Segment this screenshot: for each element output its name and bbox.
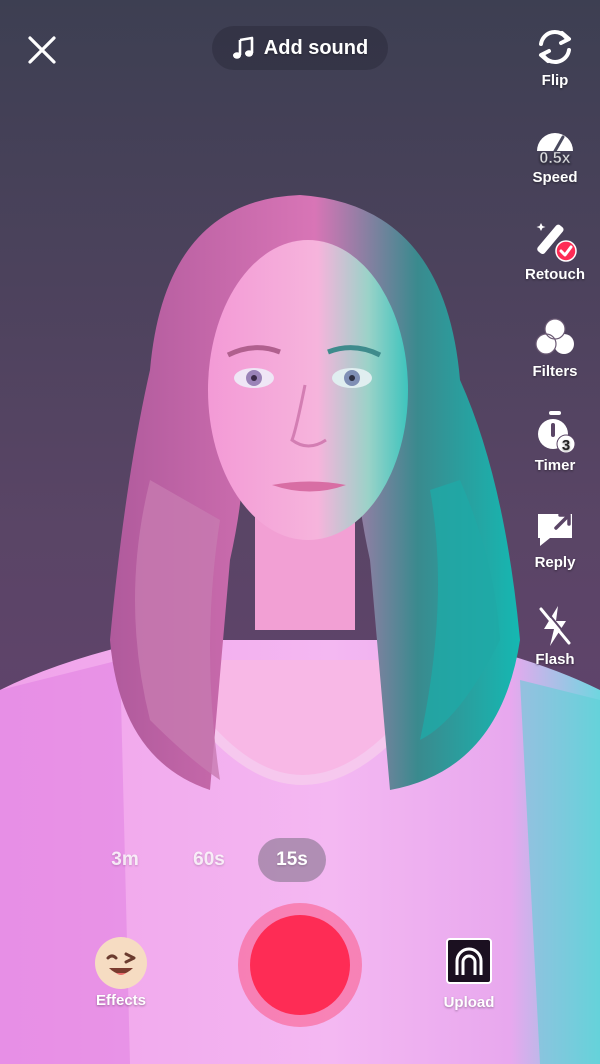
- magic-wand-icon: [536, 223, 577, 262]
- speed-gauge-icon: 0.5x: [537, 133, 573, 167]
- add-sound-button[interactable]: Add sound: [212, 26, 388, 70]
- duration-selector: 3m 60s 15s: [0, 838, 600, 882]
- gallery-thumbnail-icon: [446, 938, 492, 984]
- speed-value: 0.5x: [539, 150, 570, 167]
- speed-label: Speed: [532, 169, 578, 186]
- filters-label: Filters: [532, 363, 578, 380]
- record-button[interactable]: [250, 915, 350, 1015]
- flash-button[interactable]: Flash: [516, 603, 594, 668]
- speed-button[interactable]: 0.5x Speed: [516, 121, 594, 186]
- timer-value: 3: [562, 437, 570, 454]
- reply-icon: [538, 513, 572, 546]
- flash-off-icon: [539, 606, 572, 646]
- filters-button[interactable]: Filters: [516, 315, 594, 380]
- duration-60s[interactable]: 60s: [178, 838, 240, 882]
- duration-15s[interactable]: 15s: [258, 838, 326, 882]
- music-note-icon: [232, 36, 254, 59]
- timer-button[interactable]: 3 Timer: [516, 409, 594, 474]
- upload-button[interactable]: Upload: [434, 938, 504, 1011]
- timer-label: Timer: [534, 457, 576, 474]
- flash-label: Flash: [535, 651, 575, 668]
- filters-circles-icon: [535, 318, 574, 355]
- upload-label: Upload: [443, 994, 495, 1011]
- effects-label: Effects: [95, 992, 147, 1009]
- effects-button[interactable]: Effects: [86, 936, 156, 1009]
- reply-label: Reply: [534, 554, 576, 571]
- retouch-label: Retouch: [525, 266, 585, 283]
- reply-button[interactable]: Reply: [516, 506, 594, 571]
- duration-3m[interactable]: 3m: [96, 838, 154, 882]
- flip-label: Flip: [541, 72, 569, 89]
- flip-button[interactable]: Flip: [516, 24, 594, 89]
- flip-camera-icon: [539, 29, 571, 65]
- add-sound-label: Add sound: [263, 36, 369, 59]
- winking-face-icon: [95, 937, 147, 989]
- close-icon[interactable]: [24, 32, 60, 68]
- timer-icon: 3: [538, 411, 576, 454]
- retouch-button[interactable]: Retouch: [516, 218, 594, 283]
